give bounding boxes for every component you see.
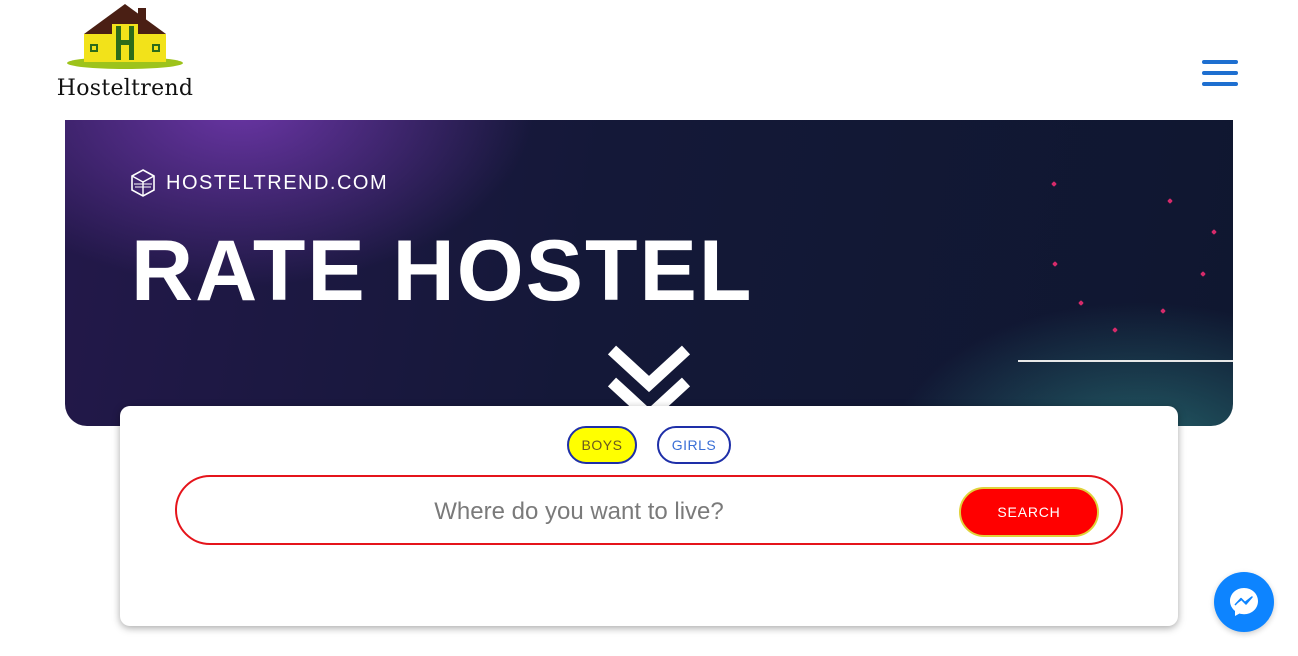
search-input[interactable] (197, 489, 961, 535)
search-button[interactable]: SEARCH (959, 487, 1099, 537)
messenger-icon (1230, 588, 1258, 616)
cube-icon (131, 169, 155, 197)
messenger-chat-button[interactable] (1214, 572, 1274, 632)
hamburger-menu-icon[interactable] (1202, 60, 1238, 86)
tab-girls[interactable]: GIRLS (657, 426, 731, 464)
banner-brand: HOSTELTREND.COM (130, 168, 388, 198)
logo-text: Hosteltrend (56, 76, 194, 101)
banner-title: RATE HOSTEL (131, 223, 754, 319)
site-logo[interactable]: Hosteltrend (54, 2, 196, 102)
search-bar: SEARCH (175, 475, 1123, 545)
tab-boys[interactable]: BOYS (567, 426, 637, 464)
house-icon (67, 4, 183, 69)
banner-brand-text: HOSTELTREND.COM (166, 171, 389, 194)
decorative-line (1018, 360, 1233, 362)
hero-banner: HOSTELTREND.COM RATE HOSTEL (65, 120, 1233, 426)
search-card: BOYS GIRLS SEARCH (120, 406, 1178, 626)
